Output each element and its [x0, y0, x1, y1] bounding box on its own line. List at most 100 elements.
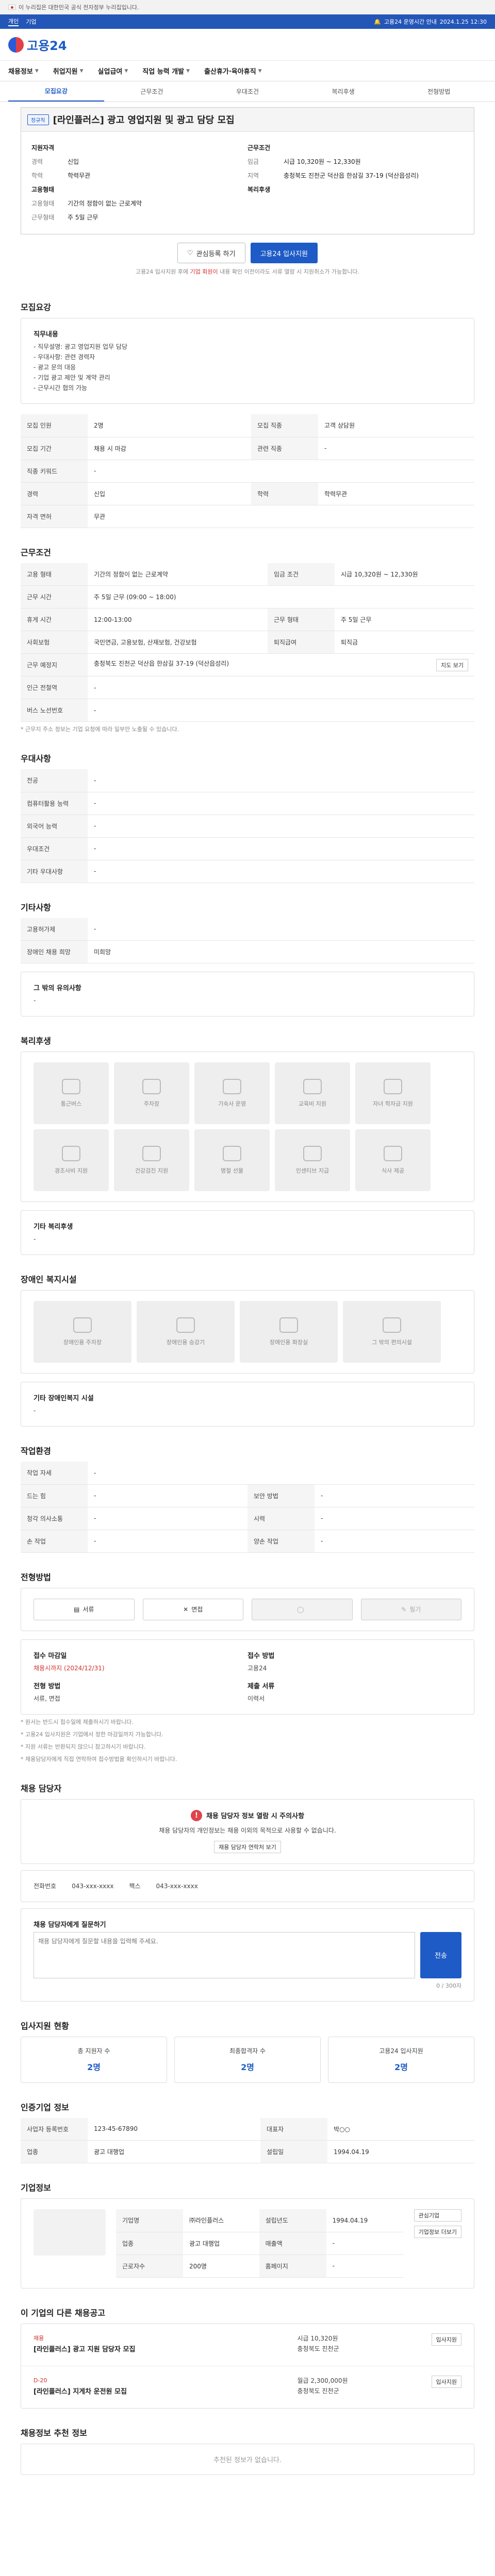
gnb-label: 직업 능력 개발 — [142, 68, 185, 76]
welfare-tile: 주차장 — [114, 1062, 189, 1124]
kv-key: 근무형태 — [31, 214, 55, 221]
kv-key: 경력 — [31, 158, 43, 165]
cell-key: 근무 예정지 — [21, 653, 88, 676]
job-title[interactable]: [라인플러스] 지게차 운전원 모집 — [34, 2386, 298, 2396]
map-button[interactable]: 지도 보기 — [436, 658, 468, 671]
apply-button[interactable]: 입사지원 — [431, 2333, 461, 2346]
welfare-tile: 인센티브 지급 — [275, 1129, 350, 1191]
contact-section: 채용 담당자 ! 채용 담당자 정보 열람 시 주의사항 채용 담당자의 개인정보… — [21, 1782, 474, 2002]
recruit-table: 모집 인원 2명 모집 직종 고객 상담원 모집 기간 채용 시 마감 관련 직종 - 직종… — [21, 414, 474, 528]
card-label: 최종합격자 수 — [229, 2047, 266, 2055]
card-value: 2명 — [394, 2062, 408, 2072]
bus-icon — [62, 1079, 80, 1094]
logo[interactable]: 고용24 — [8, 36, 67, 54]
tab-recruit[interactable]: 모집요강 — [8, 81, 104, 101]
header: 고용24 — [0, 29, 495, 61]
welfare-grid: 통근버스 주차장 기숙사 운영 교육비 지원 자녀 학자금 지원 경조사비 지원… — [21, 1052, 474, 1202]
job-title[interactable]: [라인플러스] 광고 지원 담당자 모집 — [34, 2344, 298, 2353]
welfare-section: 복리후생 통근버스 주차장 기숙사 운영 교육비 지원 자녀 학자금 지원 경조… — [21, 1034, 474, 1255]
cell-key: 모집 인원 — [21, 414, 88, 437]
apply-button[interactable]: 입사지원 — [431, 2375, 461, 2388]
section-title: 복리후생 — [21, 1036, 51, 1046]
work-section: 근무조건 고용 형태 기간의 정함이 없는 근로계약 임금 조건 시급 10,320원… — [21, 546, 474, 735]
select-note: * 고용24 입사지원은 기업에서 정한 마감일까지 가능합니다. — [21, 1731, 163, 1738]
save-button[interactable]: ♡ 관심등록 하기 — [177, 243, 245, 263]
section-title: 채용정보 추천 정보 — [21, 2428, 87, 2438]
cell-key: 대표자 — [260, 2117, 328, 2141]
cta-row: ♡ 관심등록 하기 고용24 입사지원 — [21, 234, 474, 267]
others-list: 채용 [라인플러스] 광고 지원 담당자 모집 시급 10,320원 충청북도 … — [21, 2323, 474, 2409]
tab-select[interactable]: 전형방법 — [391, 81, 487, 101]
pref-section: 우대사항 전공 - 컴퓨터활용 능력 - 외국어 능력 - 우대조건 - 기타 우대사항… — [21, 752, 474, 883]
tab-welfare[interactable]: 복리후생 — [295, 81, 391, 101]
tab-pref[interactable]: 우대조건 — [200, 81, 295, 101]
etc-table: 고용허가제 - 장애인 채용 희망 미희망 — [21, 918, 474, 963]
duty-line: - 광고 문의 대응 — [34, 364, 76, 371]
cell-key: 사업자 등록번호 — [21, 2117, 88, 2141]
disab-tile: 장애인용 승강기 — [137, 1301, 235, 1363]
welfare-tile: 건강검진 지원 — [114, 1129, 189, 1191]
section-title: 입사지원 현황 — [21, 2021, 69, 2031]
gnb-training[interactable]: 직업 능력 개발 ▼ — [142, 66, 190, 76]
gnb-benefit[interactable]: 실업급여 ▼ — [98, 66, 128, 76]
cell-val: 123-45-67890 — [88, 2117, 261, 2141]
gnb-support[interactable]: 취업지원 ▼ — [53, 66, 84, 76]
tile-label: 그 밖의 편의시설 — [372, 1339, 412, 1346]
disab-tile: 장애인용 화장실 — [240, 1301, 338, 1363]
notice-text[interactable]: 고용24 운영시간 안내 — [384, 18, 437, 26]
section-title: 이 기업의 다른 채용공고 — [21, 2308, 105, 2318]
cell-key: 인근 전철역 — [21, 676, 88, 699]
bell-icon[interactable]: 🔔 — [374, 19, 381, 25]
section-title: 우대사항 — [21, 754, 51, 764]
apply-button[interactable]: 고용24 입사지원 — [250, 243, 318, 263]
health-icon — [142, 1146, 161, 1161]
parking-icon — [73, 1317, 92, 1333]
company-section: 인증기업 정보 사업자 등록번호 123-45-67890 대표자 박○○ 업종 광고 … — [21, 2100, 474, 2163]
phone-val: 043-xxx-xxxx — [72, 1882, 114, 1890]
kv-val: 시급 10,320원 ~ 12,330원 — [284, 158, 361, 165]
company-table: 사업자 등록번호 123-45-67890 대표자 박○○ 업종 광고 대행업 설립일 19… — [21, 2117, 474, 2163]
list-item[interactable]: 채용 [라인플러스] 광고 지원 담당자 모집 시급 10,320원 충청북도 … — [21, 2324, 474, 2366]
cell-key: 근무 시간 — [21, 585, 88, 608]
card-value: 2명 — [241, 2062, 254, 2072]
dormitory-icon — [223, 1079, 241, 1094]
job-loc: 충청북도 진천군 — [297, 2387, 339, 2395]
fax-val: 043-xxx-xxxx — [156, 1882, 198, 1890]
list-item[interactable]: D-20 [라인플러스] 지게차 운전원 모집 월급 2,300,000원 충청… — [21, 2366, 474, 2408]
tab-company[interactable]: 기업 — [26, 18, 36, 26]
cell-key: 작업 자세 — [21, 1462, 88, 1485]
tile-label: 식사 제공 — [382, 1167, 404, 1174]
tab-personal[interactable]: 개인 — [8, 17, 19, 26]
duty-line: - 기업 광고 제안 및 계약 관리 — [34, 374, 110, 381]
cell-key: 전공 — [21, 769, 88, 792]
welfare-tile: 자녀 학자금 지원 — [355, 1062, 431, 1124]
gnb-leave[interactable]: 출산휴가·육아휴직 ▼ — [204, 66, 262, 76]
send-button[interactable]: 전송 — [420, 1931, 461, 1978]
show-contact-button[interactable]: 채용 담당자 연락처 보기 — [214, 1840, 281, 1853]
pref-table: 전공 - 컴퓨터활용 능력 - 외국어 능력 - 우대조건 - 기타 우대사항 - — [21, 769, 474, 883]
cell-val: - — [315, 1484, 474, 1507]
tab-work[interactable]: 근무조건 — [104, 81, 200, 101]
warning-icon: ! — [190, 1809, 202, 1821]
duty-head: 직무내용 — [34, 331, 58, 338]
cell-key: 버스 노선번호 — [21, 699, 88, 722]
chevron-down-icon: ▼ — [79, 68, 84, 74]
gnb-label: 출산휴가·육아휴직 — [204, 68, 256, 76]
follow-button[interactable]: 관심기업 — [414, 2209, 461, 2222]
more-button[interactable]: 기업정보 더보기 — [414, 2226, 461, 2238]
cell-val: 2명 — [88, 414, 251, 437]
cell-val: - — [88, 1507, 248, 1530]
rec-section: 채용정보 추천 정보 추천된 정보가 없습니다. — [21, 2426, 474, 2475]
welfare-etc-head: 기타 복리후생 — [34, 1223, 73, 1231]
duty-line: - 직무설명: 광고 영업지원 업무 담당 — [34, 343, 128, 350]
job-badge: D-20 — [34, 2377, 47, 2384]
cell-key: 관련 직종 — [251, 437, 318, 460]
info-key: 제출 서류 — [248, 1682, 275, 1690]
step-pill: ▤ 서류 — [34, 1598, 135, 1620]
doc-icon: ▤ — [74, 1605, 80, 1613]
duty-line: - 근무시간 협의 가능 — [34, 384, 88, 392]
cell-key: 경력 — [21, 482, 88, 505]
question-input[interactable] — [34, 1931, 415, 1978]
gnb-jobs[interactable]: 채용정보 ▼ — [8, 66, 39, 76]
cell-val: 학력무관 — [318, 482, 474, 505]
